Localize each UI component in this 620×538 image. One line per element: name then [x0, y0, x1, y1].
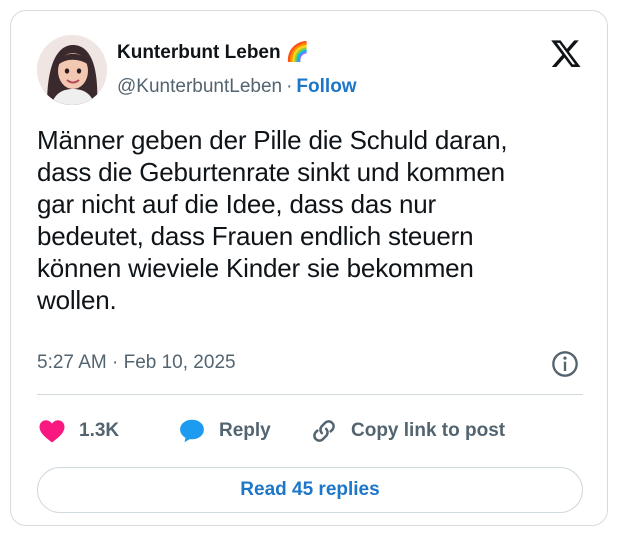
separator-dot: · — [286, 76, 293, 97]
divider — [37, 394, 583, 395]
copy-link-button[interactable]: Copy link to post — [309, 411, 505, 451]
tweet-header: Kunterbunt Leben 🌈 @KunterbuntLeben · Foll… — [37, 35, 583, 107]
x-logo-icon[interactable] — [549, 37, 583, 69]
copy-link-label: Copy link to post — [351, 420, 506, 441]
avatar-illustration — [37, 35, 107, 105]
info-icon[interactable] — [551, 350, 579, 378]
author-display-name[interactable]: Kunterbunt Leben 🌈 — [117, 41, 357, 65]
author-info: Kunterbunt Leben 🌈 @KunterbuntLeben · Foll… — [117, 41, 357, 99]
tweet-timestamp[interactable]: 5:27 AM · Feb 10, 2025 — [37, 352, 236, 374]
link-icon — [313, 420, 335, 442]
reply-button[interactable]: Reply — [177, 411, 271, 451]
timestamp-row: 5:27 AM · Feb 10, 2025 — [37, 350, 583, 380]
tweet-card: Kunterbunt Leben 🌈 @KunterbuntLeben · Foll… — [10, 10, 608, 526]
heart-icon — [39, 420, 65, 443]
reply-label: Reply — [219, 420, 271, 441]
like-button[interactable]: 1.3K — [37, 411, 119, 451]
follow-button[interactable]: Follow — [296, 76, 356, 97]
handle-row: @KunterbuntLeben · Follow — [117, 75, 357, 99]
like-count: 1.3K — [79, 420, 120, 441]
tweet-text: Männer geben der Pille die Schuld daran,… — [37, 125, 508, 315]
avatar[interactable] — [37, 35, 107, 105]
read-replies-button[interactable]: Read 45 replies — [37, 467, 583, 513]
speech-bubble-icon — [180, 419, 204, 443]
author-handle[interactable]: @KunterbuntLeben — [117, 76, 282, 97]
action-bar: 1.3K Reply Copy link to post — [37, 411, 583, 451]
